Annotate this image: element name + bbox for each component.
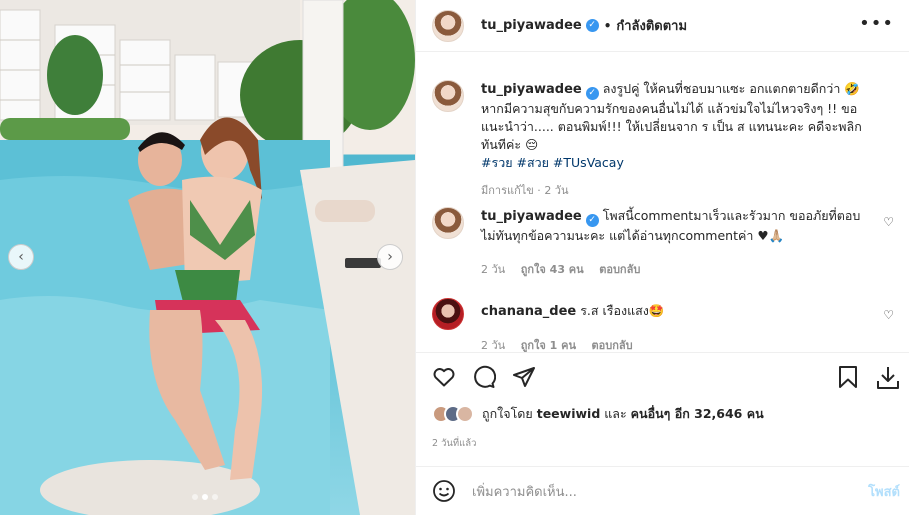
comment-meta: 2 วัน ถูกใจ 43 คน ตอบกลับ	[481, 261, 886, 279]
commenter-username[interactable]: chanana_dee	[481, 304, 576, 319]
chevron-left-icon: ‹	[18, 249, 24, 265]
separator-dot: •	[603, 18, 612, 33]
likes-conj: และ	[604, 406, 627, 421]
carousel-next-button[interactable]: ›	[377, 244, 403, 270]
pool-photo	[0, 0, 415, 515]
more-options-icon[interactable]: •••	[859, 15, 894, 33]
post-timestamp[interactable]: 2 วันที่แล้ว	[432, 436, 476, 451]
verified-badge-icon: ✓	[585, 19, 599, 32]
caption-hashtags[interactable]: #รวย #สวย #TUsVacay	[481, 154, 886, 172]
comment-likes[interactable]: ถูกใจ 43 คน	[521, 263, 584, 276]
action-bar	[416, 352, 909, 402]
comment-text: ร.ส เรืองแสง🤩	[580, 303, 665, 318]
post-sidebar: tu_piyawadee ✓ • กำลังติดตาม ••• tu_piya…	[415, 0, 909, 515]
caption-time: 2 วัน	[544, 184, 569, 197]
verified-badge-icon: ✓	[585, 214, 599, 227]
download-icon[interactable]	[875, 365, 901, 391]
author-avatar[interactable]	[432, 9, 464, 42]
carousel-dot-active	[202, 494, 208, 500]
commenter-avatar[interactable]	[432, 207, 464, 239]
caption: tu_piyawadee ✓ ลงรูปคู่ ให้คนที่ชอบมาแซะ …	[432, 80, 902, 200]
caption-avatar[interactable]	[432, 80, 464, 112]
commenter-username[interactable]: tu_piyawadee	[481, 209, 582, 224]
comment-item: tu_piyawadee ✓ โพสนี้commentมาเร็วและรัวม…	[432, 207, 902, 279]
reply-button[interactable]: ตอบกลับ	[592, 339, 633, 352]
likes-summary: ถูกใจโดย teewiwid และ คนอื่นๆ อีก 32,646…	[432, 404, 764, 424]
add-comment-bar: เพิ่มความคิดเห็น... โพสต์	[416, 466, 909, 515]
caption-meta: มีการแก้ไข · 2 วัน	[481, 184, 569, 197]
carousel-dot	[192, 494, 198, 500]
like-comment-heart-icon[interactable]: ♡	[883, 215, 894, 229]
liker-avatar[interactable]	[456, 405, 474, 423]
caption-edited-label: มีการแก้ไข	[481, 184, 534, 197]
post-header: tu_piyawadee ✓ • กำลังติดตาม •••	[416, 0, 909, 52]
likes-others-count[interactable]: คนอื่นๆ อีก 32,646 คน	[631, 406, 764, 421]
save-bookmark-icon[interactable]	[837, 365, 859, 389]
comment-time: 2 วัน	[481, 263, 506, 276]
carousel-dot	[212, 494, 218, 500]
post-comment-button[interactable]: โพสต์	[868, 481, 900, 502]
reply-button[interactable]: ตอบกลับ	[599, 263, 640, 276]
like-heart-icon[interactable]	[432, 365, 456, 389]
share-send-icon[interactable]	[512, 365, 536, 389]
follow-status-button[interactable]: กำลังติดตาม	[616, 15, 687, 36]
comment-likes[interactable]: ถูกใจ 1 คน	[521, 339, 576, 352]
carousel-prev-button[interactable]: ‹	[8, 244, 34, 270]
post-media[interactable]: ‹ ›	[0, 0, 415, 515]
comment-bubble-icon[interactable]	[472, 365, 496, 389]
verified-badge-icon: ✓	[585, 87, 599, 100]
comment-item: chanana_dee ร.ส เรืองแสง🤩 2 วัน ถูกใจ 1 …	[432, 298, 902, 355]
commenter-avatar[interactable]	[432, 298, 464, 330]
caption-username[interactable]: tu_piyawadee	[481, 82, 582, 97]
like-comment-heart-icon[interactable]: ♡	[883, 308, 894, 322]
likes-prefix: ถูกใจโดย	[482, 406, 533, 421]
add-comment-input[interactable]: เพิ่มความคิดเห็น...	[472, 481, 577, 502]
likes-text: ถูกใจโดย teewiwid และ คนอื่นๆ อีก 32,646…	[482, 404, 764, 424]
chevron-right-icon: ›	[387, 249, 393, 265]
comment-time: 2 วัน	[481, 339, 506, 352]
carousel-indicator	[192, 494, 218, 500]
emoji-smiley-icon[interactable]	[432, 479, 456, 503]
liker-username[interactable]: teewiwid	[537, 406, 601, 421]
author-username[interactable]: tu_piyawadee	[481, 18, 582, 33]
